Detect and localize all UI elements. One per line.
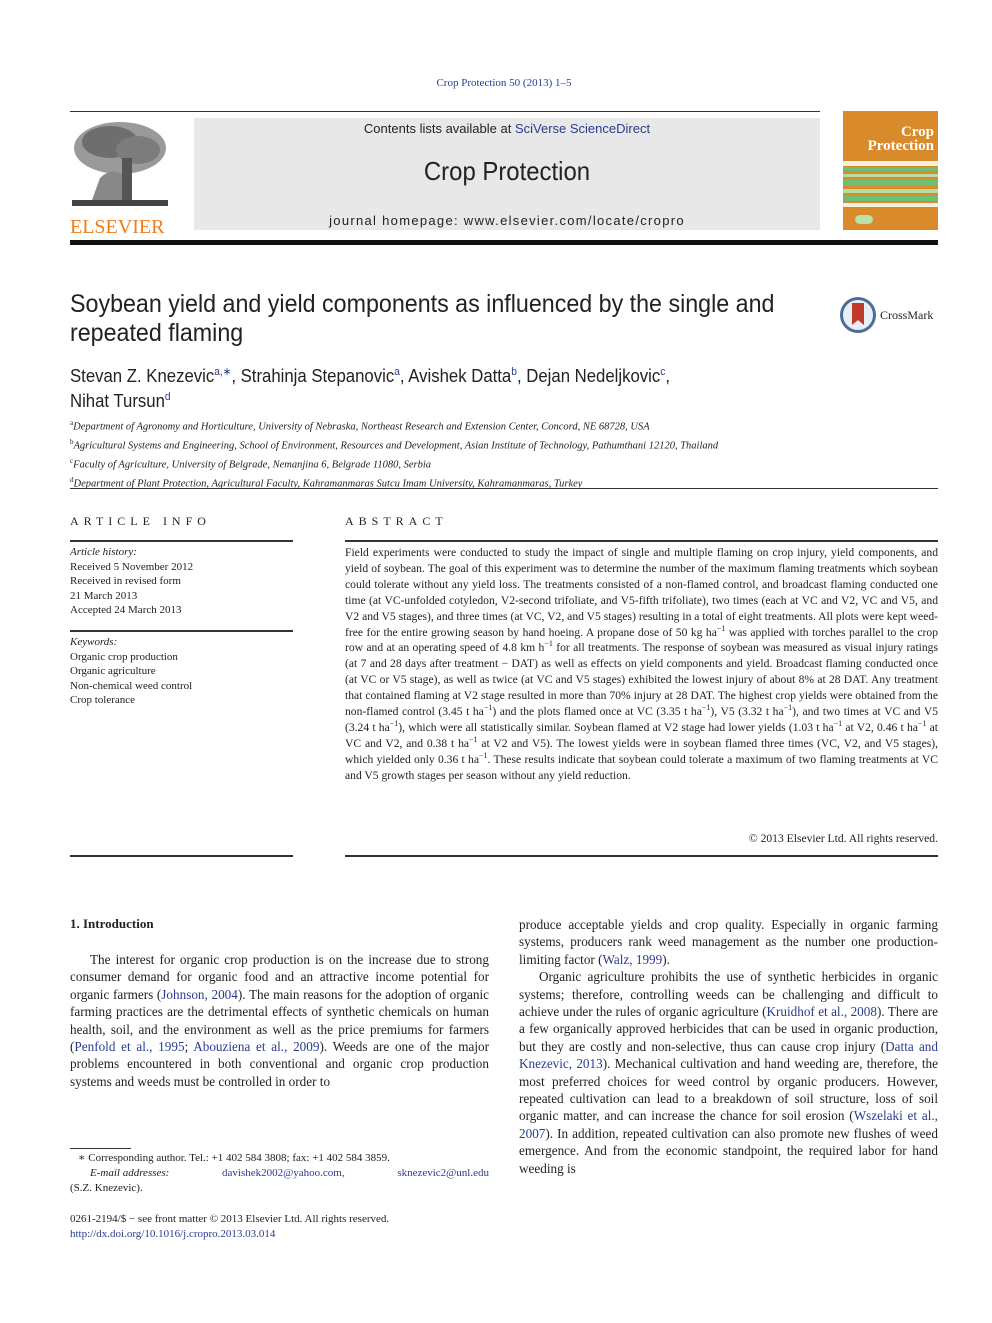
email-owner: (S.Z. Knezevic). (70, 1182, 143, 1194)
author-name: Nihat Tursun (70, 391, 165, 411)
introduction-heading: 1. Introduction (70, 916, 154, 931)
divider (70, 630, 293, 632)
superscript: −1 (479, 750, 488, 760)
author-name: Avishek Datta (408, 366, 512, 386)
author-affiliation-marker[interactable]: a (394, 366, 400, 378)
article-title: Soybean yield and yield components as in… (70, 290, 775, 347)
author-affiliation-marker[interactable]: a,∗ (214, 366, 231, 378)
paragraph: Organic agriculture prohibits the use of… (519, 969, 938, 1176)
email-link-knezevic[interactable]: sknezevic2@unl.edu (397, 1166, 489, 1181)
history-item: Received in revised form (70, 575, 181, 587)
superscript: −1 (917, 719, 927, 729)
history-label: Article history: (70, 546, 137, 558)
crossmark-icon (840, 297, 876, 333)
issn-line: 0261-2194/$ − see front matter © 2013 El… (70, 1213, 390, 1225)
citation-link[interactable]: Penfold et al., 1995 (74, 1039, 184, 1054)
affiliation-item: aDepartment of Agronomy and Horticulture… (70, 419, 650, 433)
cover-badge-icon (855, 215, 873, 224)
corresponding-author-footnote: ∗ Corresponding author. Tel.: +1 402 584… (70, 1151, 489, 1196)
citation-link[interactable]: Johnson, 2004 (161, 987, 238, 1002)
divider (70, 540, 293, 542)
elsevier-tree-icon (70, 118, 170, 210)
affiliation-divider (70, 488, 938, 489)
author-affiliation-marker[interactable]: d (165, 391, 171, 403)
crossmark-button[interactable]: CrossMark (840, 295, 940, 335)
keyword-item: Crop tolerance (70, 694, 136, 706)
keyword-item: Organic crop production (70, 650, 178, 663)
author-list: Stevan Z. Knezevica,∗, Strahinja Stepano… (70, 366, 671, 411)
citation-link[interactable]: Abouziena et al., 2009 (193, 1039, 319, 1054)
journal-reference-link[interactable]: Crop Protection 50 (2013) 1–5 (0, 77, 992, 89)
article-info-heading: ARTICLE INFO (70, 514, 211, 528)
author-name: Strahinja Stepanovic (240, 366, 395, 386)
abstract-copyright: © 2013 Elsevier Ltd. All rights reserved… (748, 832, 938, 845)
journal-homepage[interactable]: journal homepage: www.elsevier.com/locat… (194, 213, 820, 228)
corresponding-author-line: ∗ Corresponding author. Tel.: +1 402 584… (78, 1152, 390, 1164)
divider (70, 855, 293, 857)
doi-link[interactable]: http://dx.doi.org/10.1016/j.cropro.2013.… (70, 1227, 489, 1242)
affiliation-item: cFaculty of Agriculture, University of B… (70, 457, 432, 471)
email-label: E-mail addresses: (90, 1167, 170, 1179)
author-name: Dejan Nedeljkovic (526, 366, 661, 386)
journal-cover-thumbnail[interactable]: Crop Protection (843, 111, 938, 230)
header-thick-divider (70, 240, 938, 245)
affiliation-item: dDepartment of Plant Protection, Agricul… (70, 476, 583, 490)
paragraph: produce acceptable yields and crop quali… (519, 917, 938, 967)
keywords: Keywords: Organic crop production Organi… (70, 635, 293, 708)
superscript: −1 (701, 703, 711, 713)
superscript: −1 (783, 703, 793, 713)
superscript: −1 (483, 703, 493, 713)
history-item: Received 5 November 2012 (70, 560, 194, 573)
article-history: Article history: Received 5 November 201… (70, 545, 293, 618)
keyword-item: Non-chemical weed control (70, 679, 193, 692)
author-name: Stevan Z. Knezevic (70, 366, 215, 386)
superscript: −1 (833, 719, 843, 729)
crossmark-label: CrossMark (880, 307, 934, 322)
citation-link[interactable]: Walz, 1999 (603, 952, 663, 967)
keywords-label: Keywords: (70, 636, 118, 648)
affiliations: aDepartment of Agronomy and Horticulture… (70, 416, 870, 492)
citation-link[interactable]: Wszelaki et al., 2007 (519, 1108, 938, 1140)
top-divider (70, 111, 820, 112)
superscript: −1 (544, 639, 553, 649)
abstract-text: Field experiments were conducted to stud… (345, 546, 939, 782)
paragraph: The interest for organic crop production… (70, 952, 489, 1089)
divider (345, 540, 938, 542)
affiliation-item: bAgricultural Systems and Engineering, S… (70, 438, 719, 452)
sciencedirect-link[interactable]: SciVerse ScienceDirect (515, 121, 650, 136)
contents-line: Contents lists available at SciVerse Sci… (194, 121, 820, 136)
email-link-datta[interactable]: davishek2002@yahoo.com, (222, 1166, 345, 1181)
author-affiliation-marker[interactable]: c (660, 366, 665, 378)
contents-prefix: Contents lists available at (363, 121, 515, 136)
front-matter: 0261-2194/$ − see front matter © 2013 El… (70, 1212, 489, 1241)
superscript: −1 (389, 719, 399, 729)
journal-masthead: Contents lists available at SciVerse Sci… (194, 118, 820, 230)
body-column-right: produce acceptable yields and crop quali… (519, 916, 938, 1177)
author-affiliation-marker[interactable]: b (511, 366, 517, 378)
elsevier-wordmark: ELSEVIER (70, 216, 165, 238)
abstract-heading: ABSTRACT (345, 514, 448, 528)
superscript: −1 (469, 735, 478, 745)
email-row: E-mail addresses: davishek2002@yahoo.com… (70, 1166, 489, 1181)
cover-title: Crop Protection (867, 124, 934, 154)
citation-link[interactable]: Datta and Knezevic, 2013 (519, 1039, 938, 1071)
history-item: Accepted 24 March 2013 (70, 604, 182, 616)
history-item: 21 March 2013 (70, 589, 138, 602)
keyword-item: Organic agriculture (70, 665, 156, 677)
divider (345, 855, 938, 857)
citation-link[interactable]: Kruidhof et al., 2008 (766, 1004, 876, 1019)
superscript: −1 (716, 623, 726, 633)
footnote-divider (70, 1148, 131, 1149)
body-column-left: The interest for organic crop production… (70, 951, 489, 1090)
journal-name: Crop Protection (423, 156, 591, 186)
elsevier-logo[interactable]: ELSEVIER (70, 118, 170, 237)
